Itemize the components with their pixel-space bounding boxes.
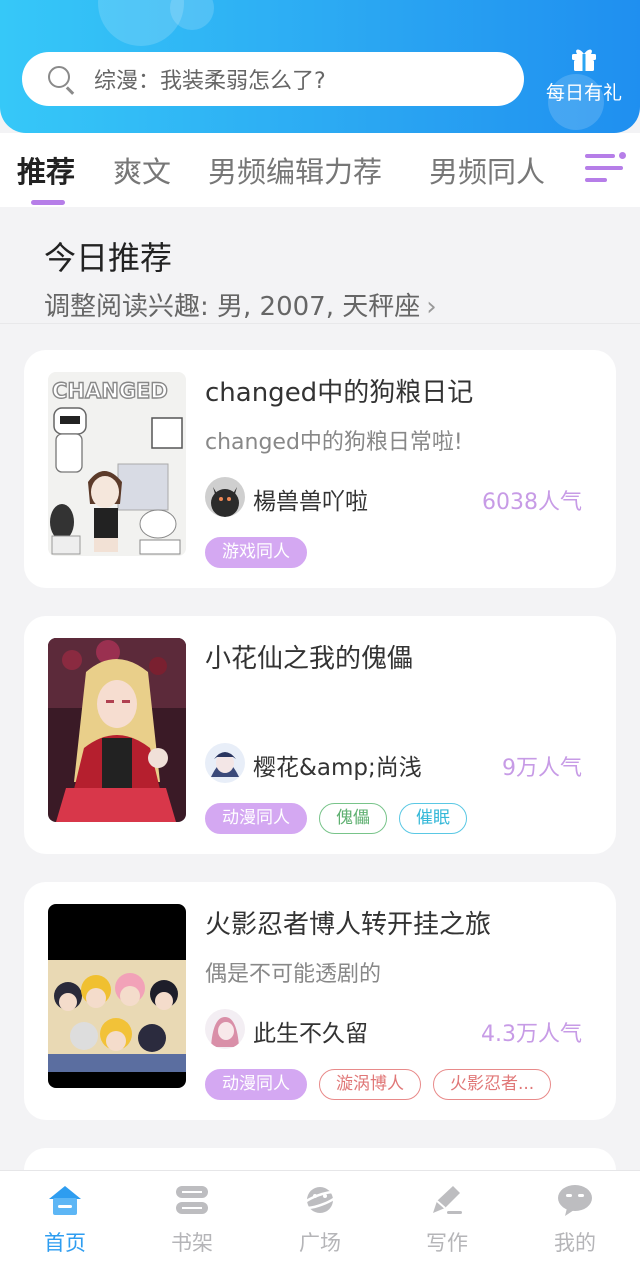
popularity: 9万人气 [502,756,582,781]
popularity: 6038人气 [482,490,582,515]
author-avatar [205,477,245,517]
book-title: 火影忍者博人转开挂之旅 [205,910,492,940]
book-title: changed中的狗粮日记 [205,378,474,408]
author-name: 楊兽兽吖啦 [253,489,368,515]
reading-preference-text: 调整阅读兴趣: 男, 2007, 天秤座 [44,292,421,322]
book-cover [48,904,186,1088]
bottom-navigation: 首页 书架 广场 写作 我的 [0,1170,640,1263]
nav-bookshelf[interactable]: 书架 [152,1183,232,1257]
search-bar[interactable]: 综漫：我装柔弱怎么了? [22,52,524,106]
popularity: 4.3万人气 [481,1022,582,1047]
daily-gift-button[interactable]: 每日有礼 [540,46,628,116]
header: 综漫：我装柔弱怎么了? 每日有礼 [0,0,640,133]
cover-title-text: CHANGED [52,379,168,403]
tag[interactable]: 游戏同人 [205,537,307,568]
book-card[interactable]: CHANGED changed中的狗粮日记 changed中的狗粮日常啦! 楊兽… [24,350,616,588]
nav-plaza[interactable]: 广场 [280,1183,360,1257]
daily-gift-label: 每日有礼 [545,82,622,104]
nav-write-label: 写作 [426,1231,468,1255]
author-avatar [205,743,245,783]
search-placeholder: 综漫：我装柔弱怎么了? [94,69,326,94]
reading-preference-link[interactable]: 调整阅读兴趣: 男, 2007, 天秤座 › [44,286,437,323]
gift-icon [572,49,596,71]
tab-recommend[interactable]: 推荐 [17,149,75,191]
book-title: 小花仙之我的傀儡 [205,644,414,674]
bookshelf-icon [172,1183,212,1217]
author-avatar [205,1009,245,1049]
book-cover: CHANGED [48,372,186,556]
tag[interactable]: 动漫同人 [205,1069,307,1100]
tab-male-editor-picks[interactable]: 男频编辑力荐 [208,149,382,191]
book-cover [48,638,186,822]
tag[interactable]: 漩涡博人 [319,1069,421,1100]
nav-home[interactable]: 首页 [25,1183,105,1257]
book-card[interactable]: 火影忍者博人转开挂之旅 偶是不可能透剧的 此生不久留 4.3万人气 动漫同人 漩… [24,882,616,1120]
tab-cool-fiction[interactable]: 爽文 [113,149,171,191]
nav-plaza-label: 广场 [299,1231,341,1255]
nav-profile-label: 我的 [554,1231,596,1255]
chevron-right-icon: › [426,292,437,322]
nav-profile[interactable]: 我的 [535,1183,615,1257]
book-card[interactable]: 小花仙之我的傀儡 樱花&amp;尚浅 9万人气 动漫同人 傀儡 催眠 [24,616,616,854]
tag[interactable]: 动漫同人 [205,803,307,834]
profile-icon [555,1183,595,1217]
pen-icon [427,1183,467,1217]
book-description: 偶是不可能透剧的 [205,962,382,987]
nav-home-label: 首页 [44,1231,86,1255]
tag[interactable]: 傀儡 [319,803,387,834]
search-icon [46,64,76,95]
planet-icon [300,1183,340,1217]
category-tabs: 推荐 爽文 男频编辑力荐 男频同人 [0,133,640,207]
author-name: 此生不久留 [253,1021,368,1047]
tag[interactable]: 火影忍者... [433,1069,552,1100]
home-icon [45,1183,85,1217]
divider [0,323,640,324]
category-menu-icon[interactable] [585,152,626,188]
nav-bookshelf-label: 书架 [171,1231,213,1255]
tag-list: 游戏同人 [205,537,307,568]
tag-list: 动漫同人 漩涡博人 火影忍者... [205,1069,552,1100]
section-title: 今日推荐 [44,239,173,277]
nav-write[interactable]: 写作 [407,1183,487,1257]
active-tab-indicator [31,200,65,205]
tag[interactable]: 催眠 [399,803,467,834]
book-description: changed中的狗粮日常啦! [205,430,463,455]
author-name: 樱花&amp;尚浅 [253,755,422,781]
tab-male-fanfic[interactable]: 男频同人 [429,149,545,191]
tag-list: 动漫同人 傀儡 催眠 [205,803,467,834]
